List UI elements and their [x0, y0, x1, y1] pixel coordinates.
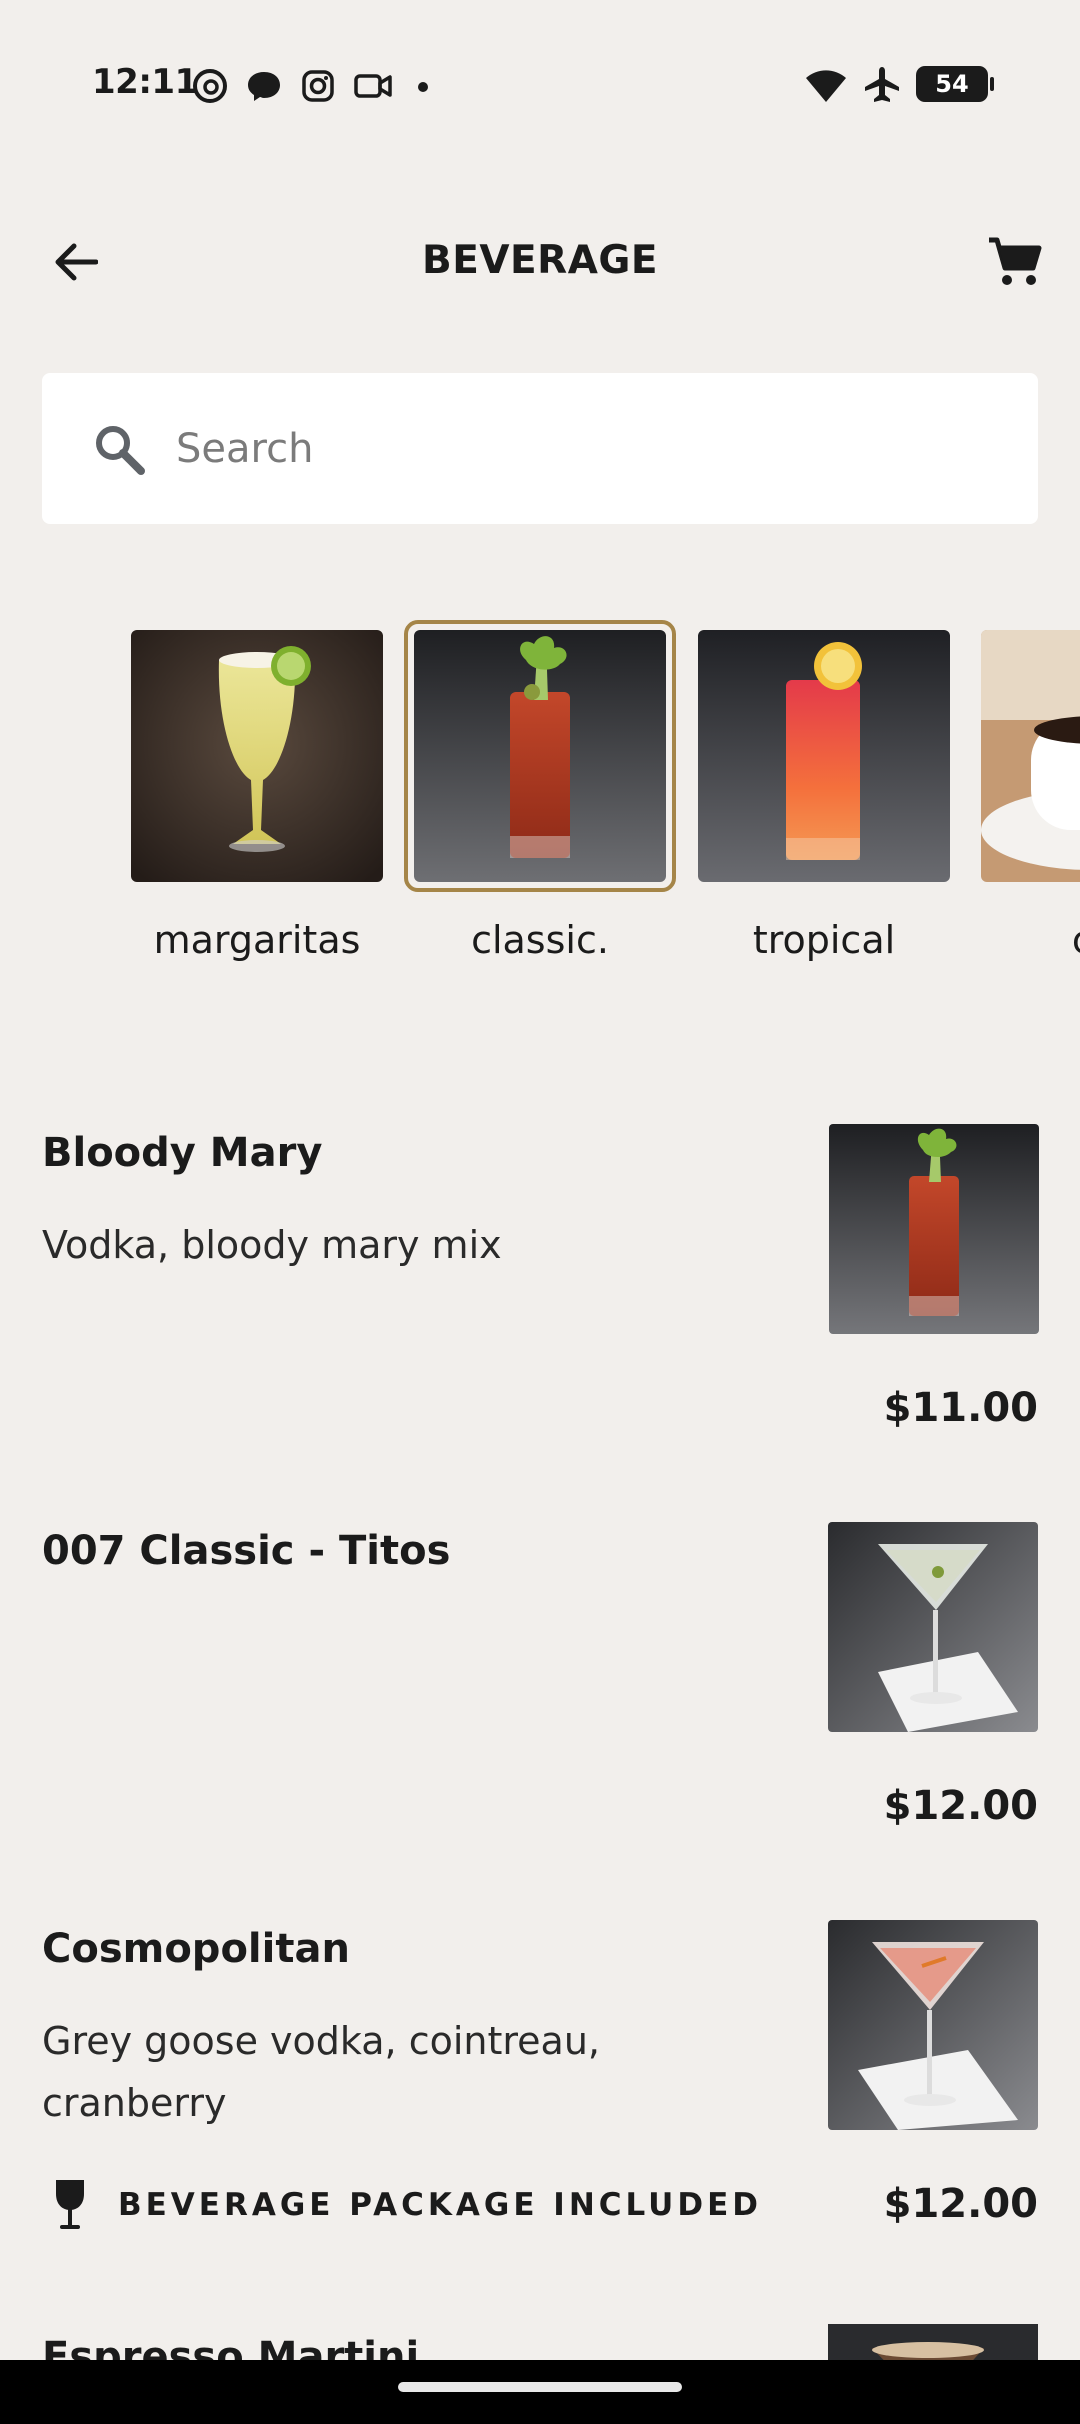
category-image [698, 630, 950, 882]
category-image [981, 630, 1080, 882]
category-carousel[interactable]: ts margaritas [0, 620, 1080, 1040]
item-price: $12.00 [883, 1783, 1038, 1829]
search-input[interactable] [176, 425, 976, 472]
status-time: 12:11 [92, 62, 198, 102]
item-description: Vodka, bloody mary mix [42, 1223, 502, 1267]
menu-item-espresso-martini[interactable]: Espresso Martini [0, 2324, 1080, 2360]
category-label: tropical [752, 918, 896, 962]
app-header: BEVERAGE [0, 218, 1080, 306]
search-box[interactable] [42, 373, 1038, 524]
dot-icon [418, 82, 428, 92]
wine-glass-icon [56, 2180, 84, 2229]
category-image [414, 630, 666, 882]
category-item-margaritas[interactable]: margaritas [121, 620, 397, 1020]
item-name: Cosmopolitan [42, 1926, 350, 1972]
cart-button[interactable] [980, 230, 1050, 294]
item-name: Bloody Mary [42, 1130, 323, 1176]
instagram-icon [302, 70, 334, 102]
wifi-icon [806, 70, 846, 102]
item-price: $11.00 [883, 1385, 1038, 1431]
category-label: margaritas [153, 918, 361, 962]
item-image [829, 1124, 1039, 1334]
battery-icon: 54 [916, 66, 994, 102]
category-item-classic[interactable]: classic. [404, 620, 680, 1020]
video-icon [354, 74, 392, 98]
beverage-package-badge: BEVERAGE PACKAGE INCLUDED [52, 2178, 762, 2232]
category-item-tropical[interactable]: tropical [688, 620, 964, 1020]
item-image [828, 2324, 1038, 2360]
system-icons: 54 [804, 64, 994, 104]
category-label: coff [971, 918, 1080, 962]
badge-label: BEVERAGE PACKAGE INCLUDED [118, 2187, 762, 2223]
item-name: Espresso Martini [42, 2334, 420, 2360]
menu-item-007-classic-titos[interactable]: 007 Classic - Titos $12.00 [0, 1522, 1080, 1908]
home-gesture-handle[interactable] [398, 2382, 682, 2392]
category-image [131, 630, 383, 882]
notification-icons [190, 66, 438, 106]
menu-item-bloody-mary[interactable]: Bloody Mary Vodka, bloody mary mix $11.0… [0, 1124, 1080, 1510]
battery-level: 54 [935, 70, 969, 98]
item-description: Grey goose vodka, cointreau, cranberry [42, 2019, 600, 2125]
item-name: 007 Classic - Titos [42, 1528, 451, 1574]
category-item-coffee[interactable]: coff [971, 620, 1080, 1020]
cart-icon [989, 237, 1042, 285]
item-image [828, 1522, 1038, 1732]
menu-item-cosmopolitan[interactable]: Cosmopolitan Grey goose vodka, cointreau… [0, 1920, 1080, 2306]
category-label: classic. [471, 918, 609, 962]
item-price: $12.00 [883, 2181, 1038, 2227]
category-label: ts [0, 918, 120, 962]
status-bar: 12:11 54 [0, 0, 1080, 176]
system-navigation-bar [0, 2360, 1080, 2424]
threads-icon [193, 69, 227, 103]
item-image [828, 1920, 1038, 2130]
page-title: BEVERAGE [421, 238, 659, 283]
search-icon [88, 418, 150, 480]
airplane-icon [865, 67, 899, 102]
category-item[interactable]: ts [0, 620, 124, 1020]
messenger-icon [248, 72, 280, 101]
